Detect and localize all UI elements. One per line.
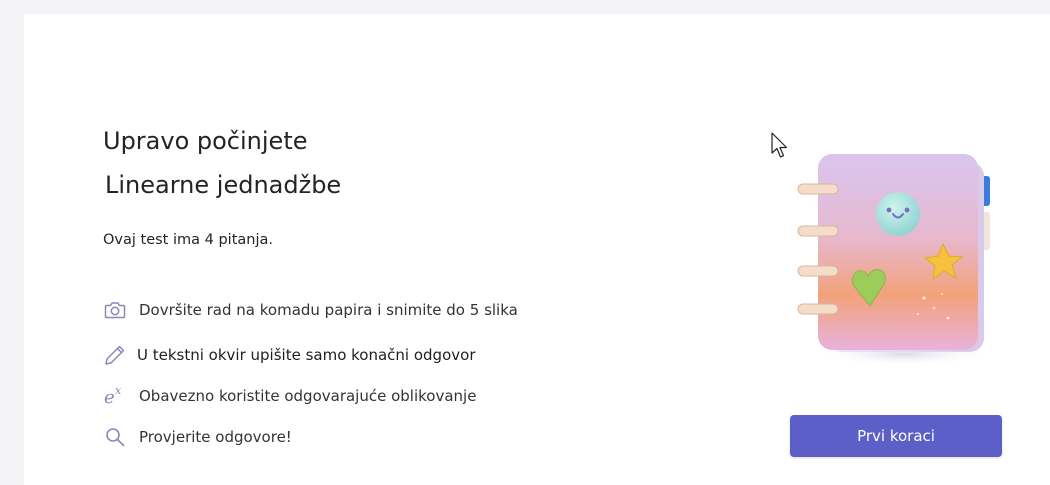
- instruction-text: U tekstni okvir upišite samo konačni odg…: [137, 346, 476, 364]
- math-format-icon-exponent: x: [115, 384, 122, 397]
- instruction-check: Provjerite odgovore!: [102, 424, 292, 450]
- camera-icon: [102, 297, 128, 323]
- get-started-button[interactable]: Prvi koraci: [790, 415, 1002, 457]
- notebook-illustration: [797, 154, 994, 366]
- quiz-title: Linearne jednadžbe: [105, 171, 342, 199]
- mouse-cursor-icon: [771, 132, 788, 158]
- instruction-format: e x Obavezno koristite odgovarajuće obli…: [102, 383, 476, 409]
- math-format-icon: e x: [102, 383, 128, 409]
- instruction-pencil: U tekstni okvir upišite samo konačni odg…: [102, 342, 475, 368]
- instruction-camera: Dovršite rad na komadu papira i snimite …: [102, 297, 518, 323]
- instruction-text: Dovršite rad na komadu papira i snimite …: [139, 301, 518, 319]
- instruction-text: Obavezno koristite odgovarajuće oblikova…: [139, 387, 477, 405]
- math-format-icon-base: e: [104, 387, 115, 408]
- pencil-icon: [102, 342, 128, 368]
- question-count: Ovaj test ima 4 pitanja.: [103, 232, 273, 248]
- instruction-text: Provjerite odgovore!: [139, 428, 292, 446]
- search-icon: [102, 424, 128, 450]
- intro-heading: Upravo počinjete: [103, 127, 308, 155]
